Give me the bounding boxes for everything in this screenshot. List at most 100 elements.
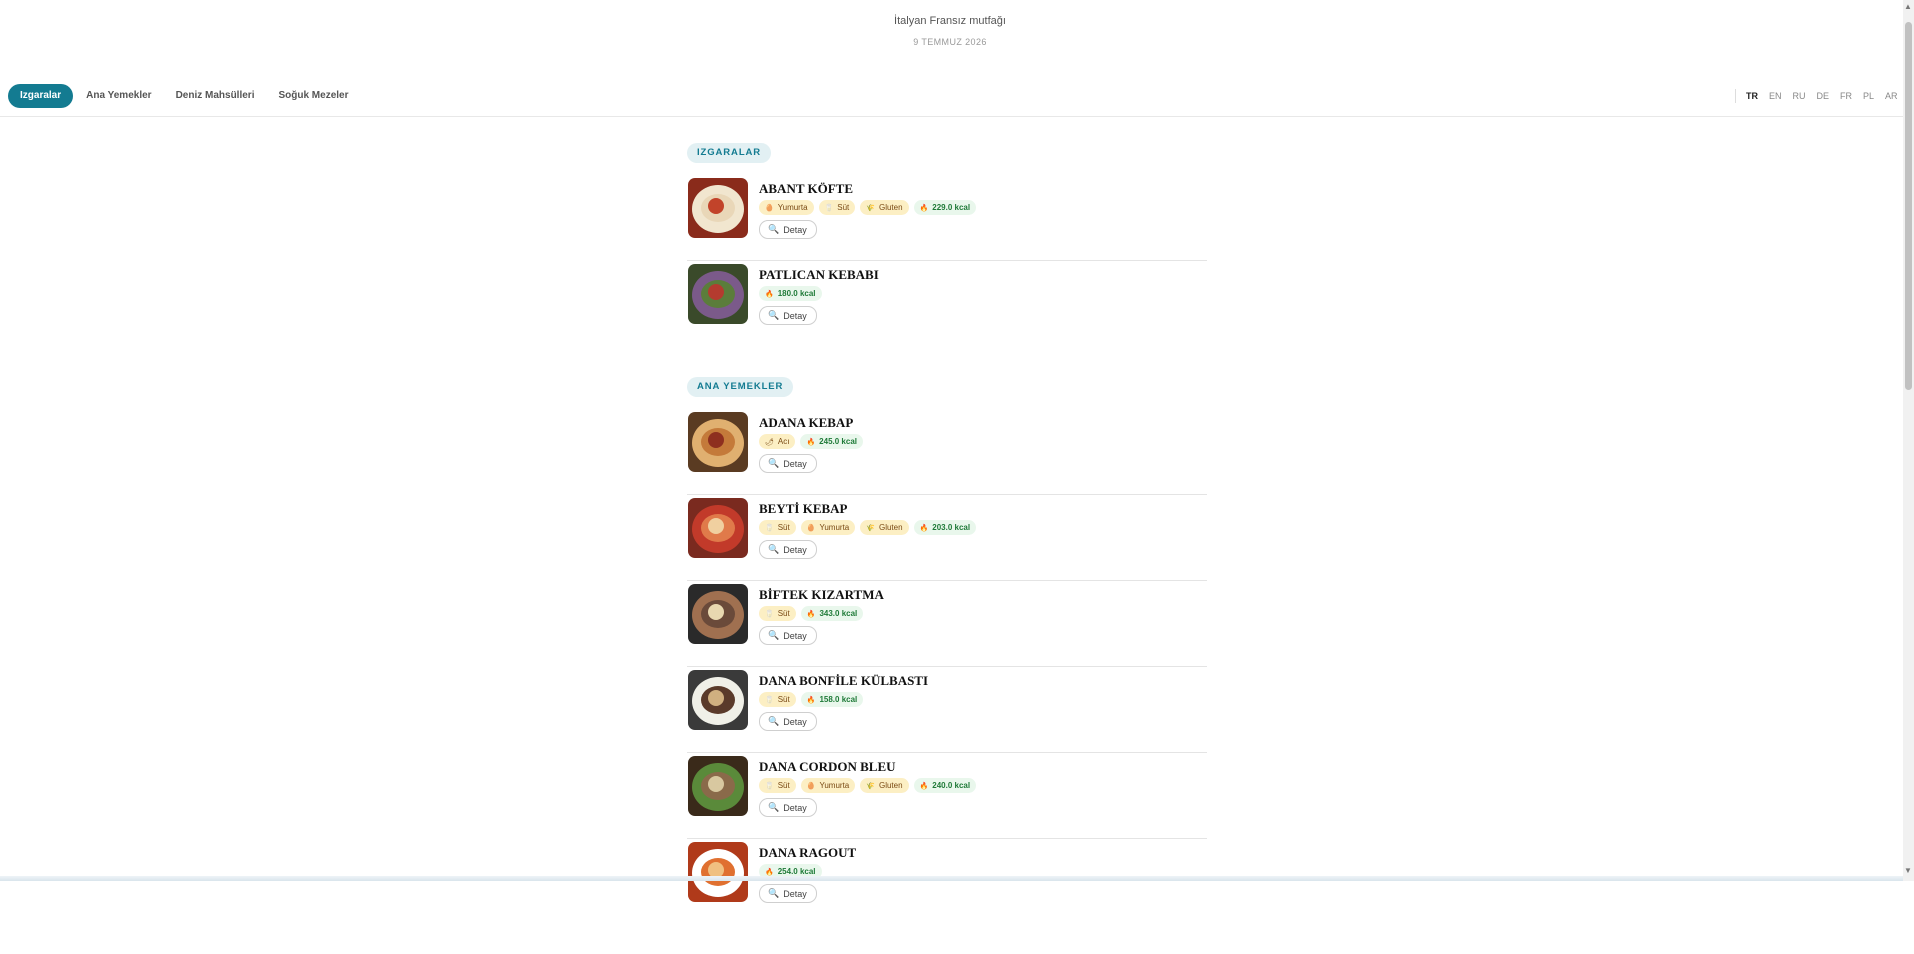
language-fr[interactable]: FR [1840, 91, 1852, 101]
allergen-label: Yumurta [777, 203, 808, 212]
detail-button[interactable]: 🔍 Detay [759, 712, 817, 731]
language-en[interactable]: EN [1769, 91, 1782, 101]
dish-image[interactable] [688, 756, 748, 816]
wheat-icon: 🌾 [866, 524, 875, 532]
allergen-label: Süt [777, 523, 790, 532]
dish-image[interactable] [688, 498, 748, 558]
calorie-badge: 🔥 343.0 kcal [800, 606, 864, 621]
language-ru[interactable]: RU [1793, 91, 1806, 101]
tab-soğuk-mezeler[interactable]: Soğuk Mezeler [267, 84, 359, 108]
scrollbar-thumb[interactable] [1905, 22, 1912, 390]
dish-name: DANA CORDON BLEU [759, 759, 896, 774]
tab-deniz-mahsülleri[interactable]: Deniz Mahsülleri [165, 84, 266, 108]
allergen-badge: 🥚 Yumurta [800, 778, 856, 793]
egg-icon: 🥚 [806, 782, 816, 790]
calorie-value: 158.0 kcal [819, 695, 858, 704]
calorie-value: 229.0 kcal [932, 203, 971, 212]
magnifier-icon: 🔍 [768, 458, 780, 468]
detail-button-label: Detay [783, 310, 807, 321]
detail-button-label: Detay [783, 888, 807, 899]
category-nav: Izgaralar Ana Yemekler Deniz Mahsülleri Soğ… [0, 76, 1903, 117]
tab-izgaralar[interactable]: Izgaralar [8, 84, 74, 108]
detail-button[interactable]: 🔍 Detay [759, 540, 817, 559]
flame-icon: 🔥 [765, 868, 774, 876]
detail-button-label: Detay [783, 802, 807, 813]
dish-name: ADANA KEBAP [759, 415, 854, 430]
allergen-label: Gluten [878, 203, 903, 212]
detail-button[interactable]: 🔍 Detay [759, 454, 817, 473]
detail-button-label: Detay [783, 224, 807, 235]
language-pl[interactable]: PL [1863, 91, 1874, 101]
dish-image[interactable] [688, 264, 748, 324]
magnifier-icon: 🔍 [768, 716, 780, 726]
detail-button-label: Detay [783, 458, 807, 469]
dish-tags: 🌶 Acı 🔥 245.0 kcal [759, 434, 868, 449]
allergen-label: Süt [837, 203, 850, 212]
calorie-badge: 🔥 180.0 kcal [759, 286, 822, 301]
magnifier-icon: 🔍 [768, 544, 780, 554]
dish-name: DANA RAGOUT [759, 845, 857, 860]
chili-icon: 🌶 [765, 438, 774, 446]
allergen-label: Yumurta [819, 523, 850, 532]
calorie-value: 254.0 kcal [777, 867, 816, 876]
flame-icon: 🔥 [765, 290, 774, 298]
detail-button[interactable]: 🔍 Detay [759, 798, 817, 817]
dish-tags: 🥛 Süt 🔥 343.0 kcal [759, 606, 868, 621]
calorie-value: 180.0 kcal [777, 289, 816, 298]
vertical-scrollbar[interactable]: ▲ ▼ [1903, 0, 1914, 881]
scroll-up-arrow-icon[interactable]: ▲ [1904, 2, 1912, 11]
menu-item: ADANA KEBAP 🌶 Acı 🔥 245.0 kcal 🔍 Detay [687, 410, 1207, 495]
allergen-label: Yumurta [819, 781, 850, 790]
detail-button[interactable]: 🔍 Detay [759, 306, 817, 325]
flame-icon: 🔥 [806, 438, 816, 446]
detail-button[interactable]: 🔍 Detay [759, 626, 817, 645]
egg-icon: 🥚 [765, 204, 774, 212]
allergen-badge: 🥛 Süt [759, 692, 796, 707]
milk-icon: 🥛 [824, 204, 834, 212]
allergen-badge: 🥛 Süt [759, 778, 796, 793]
menu-item: PATLICAN KEBABI 🔥 180.0 kcal 🔍 Detay [687, 262, 1207, 346]
calorie-badge: 🔥 245.0 kcal [800, 434, 863, 449]
dish-name: PATLICAN KEBABI [759, 267, 879, 282]
allergen-label: Süt [777, 695, 790, 704]
magnifier-icon: 🔍 [768, 630, 780, 640]
dish-tags: 🥛 Süt 🥚 Yumurta 🌾 Gluten 🔥 203.0 kcal [759, 520, 981, 535]
dish-image[interactable] [688, 178, 748, 238]
menu-item: BİFTEK KIZARTMA 🥛 Süt 🔥 343.0 kcal 🔍 Detay [687, 582, 1207, 667]
language-tr[interactable]: TR [1746, 91, 1758, 101]
wheat-icon: 🌾 [866, 782, 875, 790]
magnifier-icon: 🔍 [768, 802, 780, 812]
menu-item: DANA BONFİLE KÜLBASTI 🥛 Süt 🔥 158.0 kcal 🔍 Det… [687, 668, 1207, 753]
dish-name: BİFTEK KIZARTMA [759, 587, 884, 602]
tab-ana-yemekler[interactable]: Ana Yemekler [75, 84, 162, 108]
milk-icon: 🥛 [765, 696, 774, 704]
allergen-badge: 🌾 Gluten [860, 200, 909, 215]
calorie-value: 203.0 kcal [932, 523, 971, 532]
dish-tags: 🥛 Süt 🥚 Yumurta 🌾 Gluten 🔥 240.0 kcal [759, 778, 981, 793]
dish-image[interactable] [688, 584, 748, 644]
allergen-badge: 🥚 Yumurta [800, 520, 856, 535]
detail-button-label: Detay [783, 716, 807, 727]
language-de[interactable]: DE [1817, 91, 1830, 101]
allergen-badge: 🌶 Acı [759, 434, 796, 449]
menu-date: 9 TEMMUZ 2026 [913, 37, 987, 47]
allergen-badge: 🌾 Gluten [860, 778, 909, 793]
dish-image[interactable] [688, 842, 748, 902]
calorie-badge: 🔥 203.0 kcal [913, 520, 977, 535]
dish-tags: 🥚 Yumurta 🥛 Süt 🌾 Gluten 🔥 229.0 kcal [759, 200, 981, 215]
detail-button[interactable]: 🔍 Detay [759, 220, 817, 239]
detail-button-label: Detay [783, 630, 807, 641]
language-ar[interactable]: AR [1885, 91, 1898, 101]
calorie-value: 245.0 kcal [819, 437, 857, 446]
milk-icon: 🥛 [765, 782, 774, 790]
flame-icon: 🔥 [806, 696, 816, 704]
restaurant-title: İtalyan Fransız mutfağı [894, 15, 1006, 27]
detail-button[interactable]: 🔍 Detay [759, 884, 817, 903]
calorie-badge: 🔥 158.0 kcal [800, 692, 864, 707]
calorie-value: 240.0 kcal [932, 781, 971, 790]
detail-button-label: Detay [783, 544, 807, 555]
dish-image[interactable] [688, 412, 748, 472]
scroll-down-arrow-icon[interactable]: ▼ [1904, 866, 1912, 875]
dish-image[interactable] [688, 670, 748, 730]
dish-name: DANA BONFİLE KÜLBASTI [759, 673, 929, 688]
